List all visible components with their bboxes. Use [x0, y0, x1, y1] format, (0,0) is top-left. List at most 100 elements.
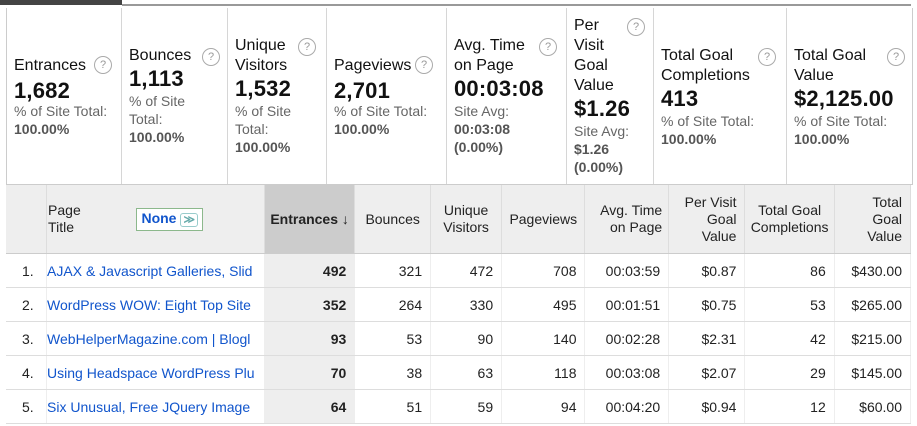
metric-sub-value: 100.00%: [235, 139, 291, 155]
help-icon[interactable]: ?: [202, 48, 220, 66]
metric-sub-label: Site Avg:: [574, 123, 630, 139]
page-title-link[interactable]: Using Headspace WordPress Plu: [46, 355, 265, 390]
total-goal-completions-header-label: Total Goal Completions: [750, 202, 829, 235]
help-icon[interactable]: ?: [758, 48, 776, 66]
table-row: 5. Six Unusual, Free JQuery Image 64 51 59 94…: [6, 389, 912, 424]
data-table: Page Title None ≫ Entrances ↓ Bounces Uni…: [6, 185, 912, 424]
index-header: [6, 185, 48, 254]
row-index: 4.: [6, 355, 48, 390]
tab-underline: [122, 4, 911, 6]
page-title-header: Page Title None ≫: [46, 185, 265, 254]
entrances-header[interactable]: Entrances ↓: [264, 185, 356, 254]
metric-name: Avg. Time on Page: [454, 37, 525, 74]
active-tab-indicator: [0, 0, 122, 5]
page-title-header-label[interactable]: Page Title: [48, 202, 98, 236]
help-icon[interactable]: ?: [887, 48, 905, 66]
metric-name: Bounces: [129, 47, 192, 64]
metric-sub-label: % of Site Total:: [129, 93, 186, 127]
avg-time-header[interactable]: Avg. Time on Page: [584, 185, 670, 254]
entrances-header-label: Entrances: [270, 210, 339, 227]
avg-time-cell: 00:02:28: [584, 321, 670, 356]
avg-time-cell: 00:03:08: [584, 355, 670, 390]
table-row: 4. Using Headspace WordPress Plu 70 38 63 118…: [6, 355, 912, 390]
pageviews-header[interactable]: Pageviews: [501, 185, 586, 254]
total-goal-value-header[interactable]: Total Goal Value: [834, 185, 912, 254]
page-title-link[interactable]: AJAX & Javascript Galleries, Slid: [46, 253, 265, 288]
top-tab-bar: [0, 0, 917, 8]
metric-value: 2,701: [334, 78, 391, 103]
bounces-cell: 53: [354, 321, 432, 356]
bounces-cell: 321: [354, 253, 432, 288]
metric-value: 1,113: [129, 66, 184, 91]
metric-unique-visitors[interactable]: Unique Visitors ? 1,532 % of Site Total:…: [228, 8, 327, 184]
avg-time-header-label: Avg. Time on Page: [600, 202, 663, 235]
unique-visitors-cell: 63: [430, 355, 503, 390]
unique-visitors-cell: 59: [430, 389, 503, 424]
metric-sub-value: 100.00%: [129, 129, 185, 145]
total-goal-completions-cell: 53: [744, 287, 835, 322]
bounces-header-label: Bounces: [365, 210, 420, 227]
table-header-row: Page Title None ≫ Entrances ↓ Bounces Uni…: [6, 185, 912, 254]
metric-total-goal-completions[interactable]: Total Goal Completions ? 413 % of Site T…: [654, 8, 787, 184]
per-visit-goal-value-header-label: Per Visit Goal Value: [684, 193, 737, 244]
metric-name: Unique Visitors: [235, 37, 288, 74]
total-goal-completions-cell: 86: [744, 253, 835, 288]
unique-visitors-header[interactable]: Unique Visitors: [430, 185, 503, 254]
unique-visitors-cell: 330: [430, 287, 503, 322]
entrances-cell: 352: [264, 287, 356, 322]
metrics-summary: Entrances ? 1,682 % of Site Total: 100.0…: [6, 8, 913, 185]
metric-sub-value: 00:03:08 (0.00%): [454, 121, 511, 155]
metric-entrances[interactable]: Entrances ? 1,682 % of Site Total: 100.0…: [7, 8, 122, 184]
entrances-cell: 70: [264, 355, 356, 390]
help-icon[interactable]: ?: [539, 38, 557, 56]
total-goal-completions-cell: 42: [744, 321, 835, 356]
bounces-header[interactable]: Bounces: [354, 185, 432, 254]
pageviews-cell: 708: [501, 253, 586, 288]
pageviews-cell: 118: [501, 355, 586, 390]
unique-visitors-cell: 472: [430, 253, 503, 288]
table-body: 1. AJAX & Javascript Galleries, Slid 492 32…: [6, 253, 912, 424]
entrances-cell: 64: [264, 389, 356, 424]
per-visit-goal-value-cell: $0.94: [668, 389, 746, 424]
metric-sub-value: 100.00%: [14, 121, 70, 137]
metric-per-visit-goal-value[interactable]: Per Visit Goal Value ? $1.26 Site Avg: $…: [567, 8, 654, 184]
metric-sub-value: 100.00%: [334, 121, 390, 137]
metric-sub-label: % of Site Total:: [235, 103, 292, 137]
pageviews-header-label: Pageviews: [509, 210, 578, 227]
help-icon[interactable]: ?: [94, 56, 112, 74]
pageviews-cell: 495: [501, 287, 586, 322]
bounces-cell: 38: [354, 355, 432, 390]
row-index: 3.: [6, 321, 48, 356]
help-icon[interactable]: ?: [627, 18, 645, 36]
help-icon[interactable]: ?: [415, 56, 433, 74]
per-visit-goal-value-header[interactable]: Per Visit Goal Value: [668, 185, 746, 254]
page-title-link[interactable]: WebHelperMagazine.com | Blogl: [46, 321, 265, 356]
metric-sub-label: % of Site Total:: [14, 103, 108, 119]
per-visit-goal-value-cell: $2.07: [668, 355, 746, 390]
bounces-cell: 264: [354, 287, 432, 322]
chevron-down-icon: ≫: [180, 212, 198, 227]
total-goal-completions-header[interactable]: Total Goal Completions: [744, 185, 835, 254]
metric-value: 1,682: [14, 78, 71, 103]
metric-sub-label: % of Site Total:: [794, 113, 888, 129]
metric-pageviews[interactable]: Pageviews ? 2,701 % of Site Total: 100.0…: [327, 8, 447, 184]
total-goal-value-cell: $215.00: [834, 321, 912, 356]
metric-sub-value: 100.00%: [794, 131, 850, 147]
page-title-link[interactable]: Six Unusual, Free JQuery Image: [46, 389, 265, 424]
table-row: 1. AJAX & Javascript Galleries, Slid 492 32…: [6, 253, 912, 288]
help-icon[interactable]: ?: [298, 38, 316, 56]
metric-avg-time-on-page[interactable]: Avg. Time on Page ? 00:03:08 Site Avg: 0…: [447, 8, 567, 184]
page-title-link[interactable]: WordPress WOW: Eight Top Site: [46, 287, 265, 322]
entrances-cell: 492: [264, 253, 356, 288]
metric-bounces[interactable]: Bounces ? 1,113 % of Site Total: 100.00%: [122, 8, 228, 184]
per-visit-goal-value-cell: $0.87: [668, 253, 746, 288]
per-visit-goal-value-cell: $2.31: [668, 321, 746, 356]
total-goal-value-cell: $145.00: [834, 355, 912, 390]
metric-total-goal-value[interactable]: Total Goal Value ? $2,125.00 % of Site T…: [787, 8, 912, 184]
secondary-dimension-select[interactable]: None ≫: [136, 207, 203, 231]
metric-name: Per Visit Goal Value: [574, 17, 614, 94]
unique-visitors-header-label: Unique Visitors: [443, 202, 489, 235]
total-goal-value-cell: $430.00: [834, 253, 912, 288]
total-goal-value-cell: $60.00: [834, 389, 912, 424]
bounces-cell: 51: [354, 389, 432, 424]
